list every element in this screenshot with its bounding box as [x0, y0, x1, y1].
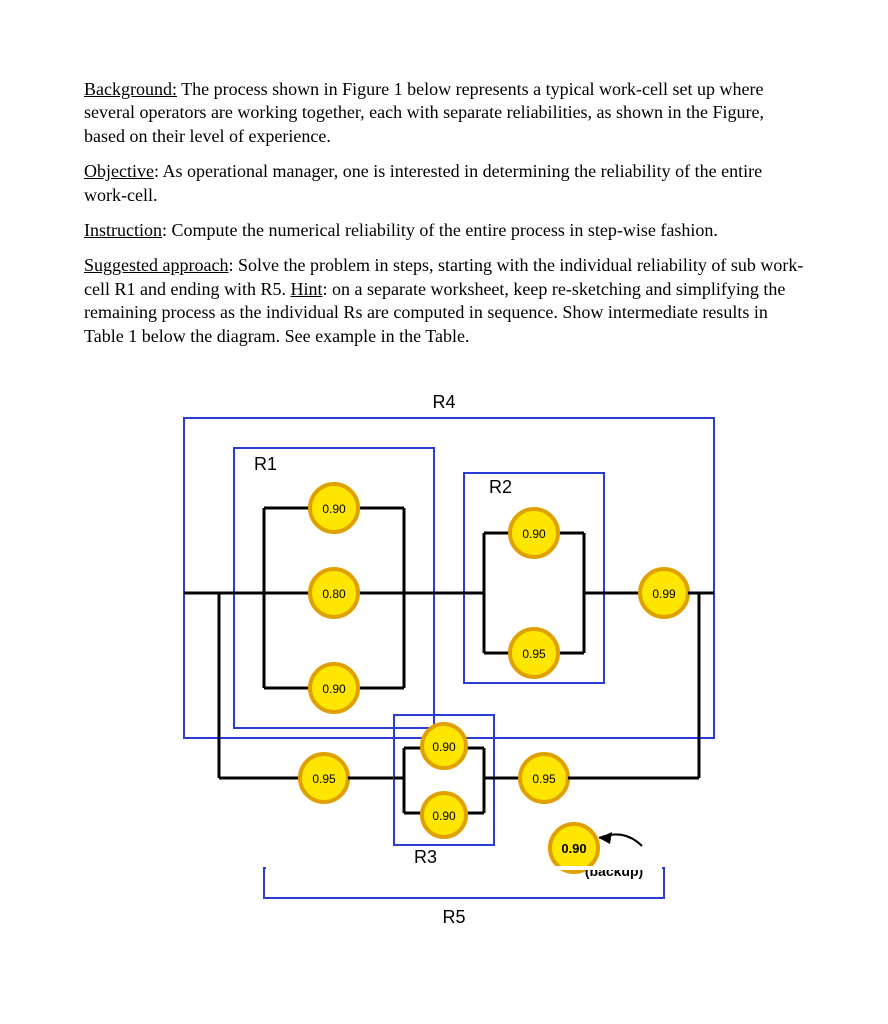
node-series-095b-val: 0.95: [532, 772, 556, 786]
objective-paragraph: Objective: As operational manager, one i…: [84, 160, 804, 207]
hint-label: Hint: [290, 279, 322, 299]
node-r2-bot-val: 0.95: [522, 647, 546, 661]
backup-arrow-head: [599, 832, 612, 844]
reliability-diagram: R4 R1 0.90 0.80 0.90 R2 0.90 0.95 0.99 0…: [144, 378, 744, 938]
node-series-095a-val: 0.95: [312, 772, 336, 786]
node-r3-top-val: 0.90: [432, 740, 456, 754]
instruction-paragraph: Instruction: Compute the numerical relia…: [84, 219, 804, 242]
background-label: Background:: [84, 79, 177, 99]
objective-label: Objective: [84, 161, 154, 181]
objective-text: : As operational manager, one is interes…: [84, 161, 762, 204]
approach-paragraph: Suggested approach: Solve the problem in…: [84, 254, 804, 348]
background-text: The process shown in Figure 1 below repr…: [84, 79, 764, 146]
node-r1-top-val: 0.90: [322, 502, 346, 516]
r5-label: R5: [442, 907, 465, 927]
instruction-label: Instruction: [84, 220, 162, 240]
instruction-text: : Compute the numerical reliability of t…: [162, 220, 718, 240]
backup-label: (backup): [585, 863, 643, 879]
node-r1-mid-val: 0.80: [322, 587, 346, 601]
approach-label: Suggested approach: [84, 255, 228, 275]
node-r1-bot-val: 0.90: [322, 682, 346, 696]
diagram-container: R4 R1 0.90 0.80 0.90 R2 0.90 0.95 0.99 0…: [84, 378, 804, 938]
r2-label: R2: [489, 477, 512, 497]
node-backup-val: 0.90: [561, 841, 586, 856]
r1-label: R1: [254, 454, 277, 474]
node-r3-bot-val: 0.90: [432, 809, 456, 823]
background-paragraph: Background: The process shown in Figure …: [84, 78, 804, 148]
r4-label: R4: [432, 392, 455, 412]
node-r2-top-val: 0.90: [522, 527, 546, 541]
r3-label: R3: [414, 847, 437, 867]
node-099-val: 0.99: [652, 587, 676, 601]
